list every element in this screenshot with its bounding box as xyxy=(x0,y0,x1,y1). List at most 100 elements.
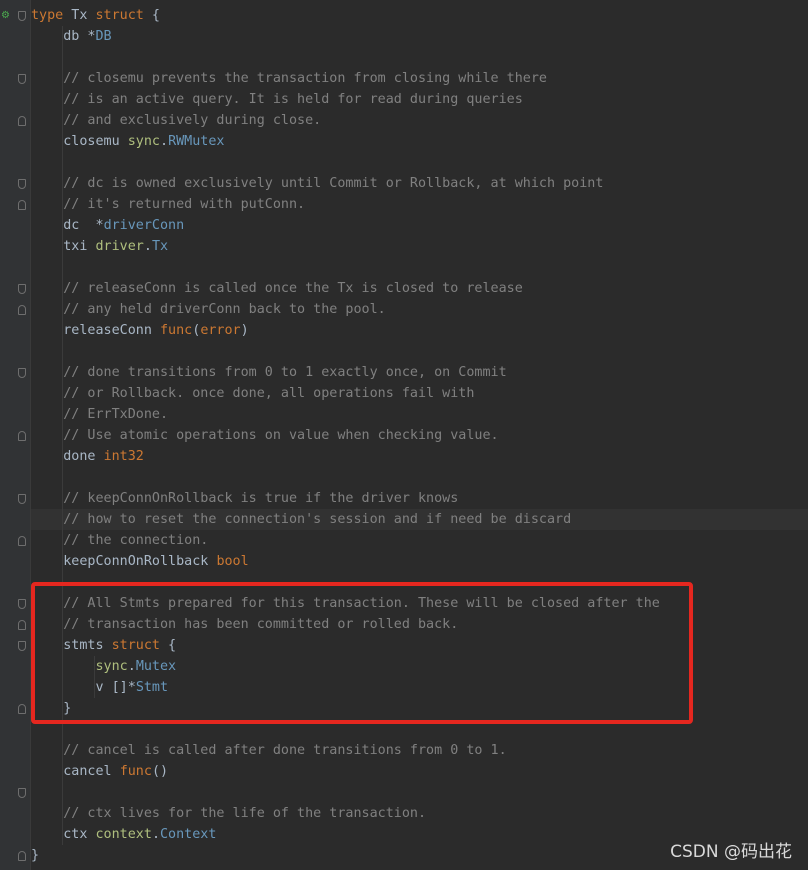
fold-end-icon[interactable] xyxy=(18,704,26,714)
code-token: func xyxy=(160,323,193,338)
code-token: bool xyxy=(216,554,249,569)
fold-end-icon[interactable] xyxy=(18,200,26,210)
code-token: // how to reset the connection's session… xyxy=(31,512,572,527)
code-token: struct xyxy=(95,8,144,23)
code-line[interactable]: // it's returned with putConn. xyxy=(31,194,808,215)
code-line[interactable]: // done transitions from 0 to 1 exactly … xyxy=(31,362,808,383)
code-token: db * xyxy=(31,29,96,44)
code-line[interactable] xyxy=(31,152,808,173)
code-editor[interactable]: type Tx struct { db *DB // closemu preve… xyxy=(31,0,808,870)
fold-start-icon[interactable] xyxy=(18,641,26,651)
code-line[interactable]: type Tx struct { xyxy=(31,5,808,26)
code-token: sync xyxy=(127,134,160,149)
code-token: driver xyxy=(95,239,144,254)
code-token: // or Rollback. once done, all operation… xyxy=(31,386,475,401)
code-line[interactable]: // ErrTxDone. xyxy=(31,404,808,425)
fold-end-icon[interactable] xyxy=(18,431,26,441)
fold-start-icon[interactable] xyxy=(18,284,26,294)
code-token: . xyxy=(143,239,152,254)
code-line[interactable]: // and exclusively during close. xyxy=(31,110,808,131)
code-line[interactable]: // releaseConn is called once the Tx is … xyxy=(31,278,808,299)
fold-start-icon[interactable] xyxy=(18,74,26,84)
fold-end-icon[interactable] xyxy=(18,305,26,315)
indent-guide xyxy=(62,257,63,278)
code-token: DB xyxy=(95,29,112,44)
code-token: int32 xyxy=(103,449,144,464)
code-line[interactable] xyxy=(31,782,808,803)
code-token: Tx xyxy=(63,8,96,23)
code-token: // releaseConn is called once the Tx is … xyxy=(31,281,523,296)
watermark: CSDN @码出花 xyxy=(670,842,792,862)
fold-start-icon[interactable] xyxy=(18,494,26,504)
code-token: RWMutex xyxy=(168,134,225,149)
code-token: // keepConnOnRollback is true if the dri… xyxy=(31,491,459,506)
code-text: // dc is owned exclusively until Commit … xyxy=(31,173,603,194)
indent-guide xyxy=(62,47,63,68)
highlight-box xyxy=(31,582,693,724)
fold-start-icon[interactable] xyxy=(18,11,26,21)
code-line[interactable]: // the connection. xyxy=(31,530,808,551)
code-token: keepConnOnRollback xyxy=(31,554,217,569)
code-line[interactable]: keepConnOnRollback bool xyxy=(31,551,808,572)
fold-start-icon[interactable] xyxy=(18,788,26,798)
code-token: // dc is owned exclusively until Commit … xyxy=(31,176,604,191)
code-token: // the connection. xyxy=(31,533,209,548)
fold-start-icon[interactable] xyxy=(18,179,26,189)
code-line[interactable]: // how to reset the connection's session… xyxy=(31,509,808,530)
fold-end-icon[interactable] xyxy=(18,851,26,861)
code-token: // it's returned with putConn. xyxy=(31,197,306,212)
code-token: releaseConn xyxy=(31,323,160,338)
code-token: // Use atomic operations on value when c… xyxy=(31,428,499,443)
code-token: txi xyxy=(31,239,96,254)
code-text: // any held driverConn back to the pool. xyxy=(31,299,386,320)
implementation-marker-icon[interactable]: ⚙ xyxy=(1,10,10,22)
code-line[interactable]: txi driver.Tx xyxy=(31,236,808,257)
code-token: type xyxy=(31,8,64,23)
code-line[interactable]: // cancel is called after done transitio… xyxy=(31,740,808,761)
fold-end-icon[interactable] xyxy=(18,536,26,546)
code-line[interactable]: closemu sync.RWMutex xyxy=(31,131,808,152)
code-line[interactable]: // or Rollback. once done, all operation… xyxy=(31,383,808,404)
code-text: ctx context.Context xyxy=(31,824,216,845)
code-line[interactable] xyxy=(31,257,808,278)
code-token: . xyxy=(151,827,160,842)
code-line[interactable]: cancel func() xyxy=(31,761,808,782)
code-text: // cancel is called after done transitio… xyxy=(31,740,507,761)
code-line[interactable]: // ctx lives for the life of the transac… xyxy=(31,803,808,824)
code-token: () xyxy=(151,764,169,779)
editor-gutter: ⚙ xyxy=(0,0,30,870)
code-line[interactable] xyxy=(31,341,808,362)
code-token: // ErrTxDone. xyxy=(31,407,169,422)
code-token: Tx xyxy=(151,239,169,254)
fold-start-icon[interactable] xyxy=(18,368,26,378)
indent-guide xyxy=(62,152,63,173)
code-text: dc *driverConn xyxy=(31,215,184,236)
code-token: // and exclusively during close. xyxy=(31,113,322,128)
code-line[interactable] xyxy=(31,467,808,488)
code-line[interactable]: // is an active query. It is held for re… xyxy=(31,89,808,110)
code-line[interactable]: // closemu prevents the transaction from… xyxy=(31,68,808,89)
code-token: . xyxy=(160,134,169,149)
code-text: releaseConn func(error) xyxy=(31,320,248,341)
code-text: // keepConnOnRollback is true if the dri… xyxy=(31,488,458,509)
code-token: // cancel is called after done transitio… xyxy=(31,743,507,758)
code-token: // closemu prevents the transaction from… xyxy=(31,71,547,86)
code-line[interactable]: // any held driverConn back to the pool. xyxy=(31,299,808,320)
fold-end-icon[interactable] xyxy=(18,620,26,630)
code-line[interactable] xyxy=(31,47,808,68)
code-line[interactable]: releaseConn func(error) xyxy=(31,320,808,341)
code-text: done int32 xyxy=(31,446,144,467)
fold-start-icon[interactable] xyxy=(18,599,26,609)
code-token: dc * xyxy=(31,218,104,233)
code-token: ctx xyxy=(31,827,96,842)
code-line[interactable]: done int32 xyxy=(31,446,808,467)
fold-end-icon[interactable] xyxy=(18,116,26,126)
code-line[interactable]: // dc is owned exclusively until Commit … xyxy=(31,173,808,194)
code-text: // closemu prevents the transaction from… xyxy=(31,68,547,89)
code-text: // Use atomic operations on value when c… xyxy=(31,425,499,446)
code-line[interactable]: // Use atomic operations on value when c… xyxy=(31,425,808,446)
code-line[interactable]: db *DB xyxy=(31,26,808,47)
code-line[interactable]: // keepConnOnRollback is true if the dri… xyxy=(31,488,808,509)
code-line[interactable]: dc *driverConn xyxy=(31,215,808,236)
code-token: driverConn xyxy=(103,218,185,233)
